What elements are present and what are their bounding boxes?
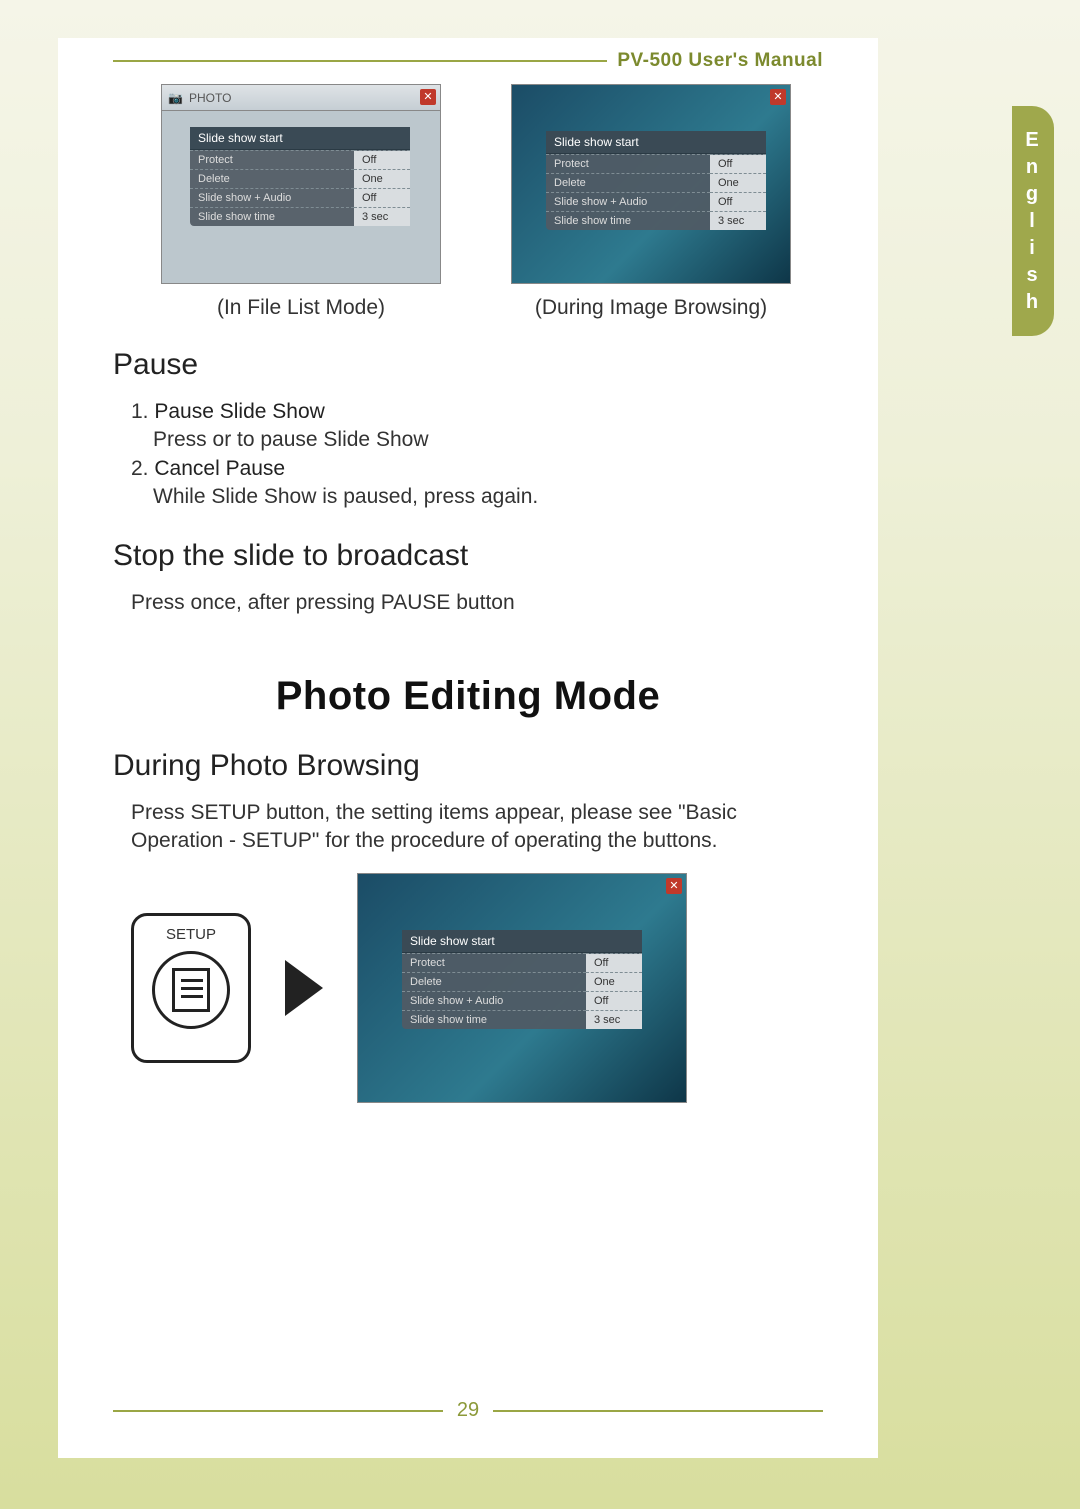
language-tab: E n g l i s h bbox=[1012, 106, 1054, 336]
menu-table: ProtectOff DeleteOne Slide show + AudioO… bbox=[546, 154, 766, 230]
manual-title: PV-500 User's Manual bbox=[607, 50, 823, 72]
menu-table: ProtectOff DeleteOne Slide show + AudioO… bbox=[190, 150, 410, 226]
menu-header: Slide show start bbox=[190, 127, 410, 150]
menu-header: Slide show start bbox=[546, 131, 766, 154]
screenshot-setup-result: ✕ Slide show start ProtectOff DeleteOne … bbox=[357, 873, 687, 1103]
screenshot-browsing: ✕ Slide show start ProtectOff DeleteOne … bbox=[511, 84, 791, 284]
menu-header: Slide show start bbox=[402, 930, 642, 953]
close-icon: ✕ bbox=[420, 89, 436, 105]
heading-during-browsing: During Photo Browsing bbox=[113, 749, 823, 783]
setup-button-diagram: SETUP bbox=[131, 913, 251, 1063]
heading-stop: Stop the slide to broadcast bbox=[113, 539, 823, 573]
screenshot-file-list: 📷 PHOTO ✕ Slide show start ProtectOff Del… bbox=[161, 84, 441, 284]
menu-table: ProtectOff DeleteOne Slide show + AudioO… bbox=[402, 953, 642, 1029]
close-icon: ✕ bbox=[666, 878, 682, 894]
heading-photo-editing: Photo Editing Mode bbox=[113, 674, 823, 719]
document-icon bbox=[172, 968, 210, 1012]
arrow-right-icon bbox=[285, 960, 323, 1016]
setup-circle-icon bbox=[152, 951, 230, 1029]
pause-list: 1. Pause Slide Show Press or to pause Sl… bbox=[131, 398, 823, 511]
camera-icon: 📷 bbox=[168, 91, 183, 105]
close-icon: ✕ bbox=[770, 89, 786, 105]
page-number: 29 bbox=[443, 1399, 493, 1422]
page-content: PV-500 User's Manual 📷 PHOTO ✕ Slide show… bbox=[58, 38, 878, 1458]
photo-editing-text: Press SETUP button, the setting items ap… bbox=[131, 799, 823, 856]
header-rule: PV-500 User's Manual bbox=[113, 60, 823, 62]
stop-text: Press once, after pressing PAUSE button bbox=[131, 589, 823, 617]
setup-label: SETUP bbox=[166, 926, 216, 943]
heading-pause: Pause bbox=[113, 348, 823, 382]
caption-left: (In File List Mode) bbox=[217, 296, 385, 320]
window-title: PHOTO bbox=[189, 91, 231, 105]
caption-right: (During Image Browsing) bbox=[535, 296, 767, 320]
page-footer: 29 bbox=[58, 1399, 878, 1422]
